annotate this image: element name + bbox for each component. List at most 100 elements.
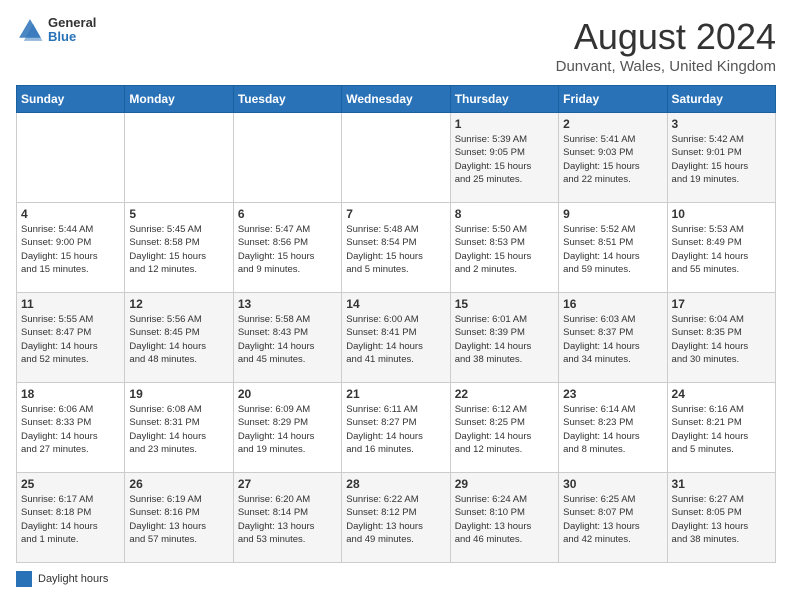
calendar-cell: 7 Sunrise: 5:48 AM Sunset: 8:54 PM Daylig…: [342, 203, 450, 293]
day-number: 30: [563, 477, 662, 491]
day-number: 19: [129, 387, 228, 401]
day-number: 28: [346, 477, 445, 491]
calendar-cell: 9Sunrise: 5:52 AM Sunset: 8:51 PM Daylig…: [559, 203, 667, 293]
day-number: 12: [129, 297, 228, 311]
day-number: 1: [455, 117, 554, 131]
calendar-week-row: 11 Sunrise: 5:55 AM Sunset: 8:47 PM Dayli…: [17, 293, 776, 383]
day-number: 23: [563, 387, 662, 401]
day-number: 8: [455, 207, 554, 221]
day-of-week-header: Tuesday: [233, 86, 341, 113]
calendar-cell: [233, 113, 341, 203]
day-info: Sunrise: 5:52 AM Sunset: 8:51 PM Dayligh…: [563, 223, 662, 276]
day-number: 6: [238, 207, 337, 221]
calendar-cell: 13Sunrise: 5:58 AM Sunset: 8:43 PM Dayli…: [233, 293, 341, 383]
day-number: 7: [346, 207, 445, 221]
calendar-cell: 28 Sunrise: 6:22 AM Sunset: 8:12 PM Dayli…: [342, 473, 450, 563]
day-number: 20: [238, 387, 337, 401]
day-of-week-header: Sunday: [17, 86, 125, 113]
calendar-cell: 8 Sunrise: 5:50 AM Sunset: 8:53 PM Daylig…: [450, 203, 558, 293]
calendar-cell: 10 Sunrise: 5:53 AM Sunset: 8:49 PM Dayli…: [667, 203, 775, 293]
calendar-cell: 3Sunrise: 5:42 AM Sunset: 9:01 PM Daylig…: [667, 113, 775, 203]
legend-color-swatch: [16, 571, 32, 587]
logo-line1: General: [48, 16, 96, 30]
calendar-cell: 14 Sunrise: 6:00 AM Sunset: 8:41 PM Dayli…: [342, 293, 450, 383]
calendar-cell: 15Sunrise: 6:01 AM Sunset: 8:39 PM Dayli…: [450, 293, 558, 383]
day-of-week-header: Saturday: [667, 86, 775, 113]
calendar-cell: 29Sunrise: 6:24 AM Sunset: 8:10 PM Dayli…: [450, 473, 558, 563]
logo-icon: [16, 16, 44, 44]
calendar-week-row: 1Sunrise: 5:39 AM Sunset: 9:05 PM Daylig…: [17, 113, 776, 203]
day-info: Sunrise: 5:47 AM Sunset: 8:56 PM Dayligh…: [238, 223, 337, 276]
day-info: Sunrise: 6:20 AM Sunset: 8:14 PM Dayligh…: [238, 493, 337, 546]
day-info: Sunrise: 6:08 AM Sunset: 8:31 PM Dayligh…: [129, 403, 228, 456]
day-number: 24: [672, 387, 771, 401]
calendar-cell: 17Sunrise: 6:04 AM Sunset: 8:35 PM Dayli…: [667, 293, 775, 383]
month-title: August 2024: [556, 16, 776, 58]
day-info: Sunrise: 6:06 AM Sunset: 8:33 PM Dayligh…: [21, 403, 120, 456]
logo-text: General Blue: [48, 16, 96, 45]
day-info: Sunrise: 6:04 AM Sunset: 8:35 PM Dayligh…: [672, 313, 771, 366]
logo-line2: Blue: [48, 30, 96, 44]
day-number: 16: [563, 297, 662, 311]
day-info: Sunrise: 6:25 AM Sunset: 8:07 PM Dayligh…: [563, 493, 662, 546]
day-info: Sunrise: 6:16 AM Sunset: 8:21 PM Dayligh…: [672, 403, 771, 456]
day-info: Sunrise: 5:55 AM Sunset: 8:47 PM Dayligh…: [21, 313, 120, 366]
calendar-cell: 22 Sunrise: 6:12 AM Sunset: 8:25 PM Dayli…: [450, 383, 558, 473]
calendar-header-row: SundayMondayTuesdayWednesdayThursdayFrid…: [17, 86, 776, 113]
calendar-week-row: 4Sunrise: 5:44 AM Sunset: 9:00 PM Daylig…: [17, 203, 776, 293]
day-number: 31: [672, 477, 771, 491]
day-number: 5: [129, 207, 228, 221]
day-number: 22: [455, 387, 554, 401]
calendar-cell: 30 Sunrise: 6:25 AM Sunset: 8:07 PM Dayli…: [559, 473, 667, 563]
header: General Blue August 2024 Dunvant, Wales,…: [16, 16, 776, 75]
logo: General Blue: [16, 16, 96, 45]
day-number: 14: [346, 297, 445, 311]
calendar-cell: 23 Sunrise: 6:14 AM Sunset: 8:23 PM Dayli…: [559, 383, 667, 473]
location-subtitle: Dunvant, Wales, United Kingdom: [556, 58, 776, 75]
day-of-week-header: Thursday: [450, 86, 558, 113]
day-number: 26: [129, 477, 228, 491]
day-info: Sunrise: 5:48 AM Sunset: 8:54 PM Dayligh…: [346, 223, 445, 276]
day-of-week-header: Wednesday: [342, 86, 450, 113]
day-info: Sunrise: 5:41 AM Sunset: 9:03 PM Dayligh…: [563, 133, 662, 186]
day-info: Sunrise: 5:53 AM Sunset: 8:49 PM Dayligh…: [672, 223, 771, 276]
calendar-week-row: 18 Sunrise: 6:06 AM Sunset: 8:33 PM Dayli…: [17, 383, 776, 473]
calendar-cell: 4Sunrise: 5:44 AM Sunset: 9:00 PM Daylig…: [17, 203, 125, 293]
day-number: 25: [21, 477, 120, 491]
calendar-week-row: 25Sunrise: 6:17 AM Sunset: 8:18 PM Dayli…: [17, 473, 776, 563]
day-info: Sunrise: 6:00 AM Sunset: 8:41 PM Dayligh…: [346, 313, 445, 366]
legend-label: Daylight hours: [38, 573, 108, 585]
day-info: Sunrise: 6:09 AM Sunset: 8:29 PM Dayligh…: [238, 403, 337, 456]
calendar-cell: 20 Sunrise: 6:09 AM Sunset: 8:29 PM Dayli…: [233, 383, 341, 473]
day-of-week-header: Friday: [559, 86, 667, 113]
day-number: 21: [346, 387, 445, 401]
calendar-cell: 27Sunrise: 6:20 AM Sunset: 8:14 PM Dayli…: [233, 473, 341, 563]
day-info: Sunrise: 6:14 AM Sunset: 8:23 PM Dayligh…: [563, 403, 662, 456]
calendar-cell: 21Sunrise: 6:11 AM Sunset: 8:27 PM Dayli…: [342, 383, 450, 473]
day-number: 10: [672, 207, 771, 221]
day-info: Sunrise: 5:56 AM Sunset: 8:45 PM Dayligh…: [129, 313, 228, 366]
day-info: Sunrise: 6:03 AM Sunset: 8:37 PM Dayligh…: [563, 313, 662, 366]
calendar-cell: 16 Sunrise: 6:03 AM Sunset: 8:37 PM Dayli…: [559, 293, 667, 383]
footer-legend: Daylight hours: [16, 571, 776, 587]
title-area: August 2024 Dunvant, Wales, United Kingd…: [556, 16, 776, 75]
day-number: 18: [21, 387, 120, 401]
day-info: Sunrise: 5:45 AM Sunset: 8:58 PM Dayligh…: [129, 223, 228, 276]
calendar-cell: 5 Sunrise: 5:45 AM Sunset: 8:58 PM Daylig…: [125, 203, 233, 293]
calendar-cell: [342, 113, 450, 203]
day-info: Sunrise: 6:01 AM Sunset: 8:39 PM Dayligh…: [455, 313, 554, 366]
calendar-cell: 6 Sunrise: 5:47 AM Sunset: 8:56 PM Daylig…: [233, 203, 341, 293]
calendar-cell: [17, 113, 125, 203]
day-info: Sunrise: 6:12 AM Sunset: 8:25 PM Dayligh…: [455, 403, 554, 456]
day-info: Sunrise: 5:50 AM Sunset: 8:53 PM Dayligh…: [455, 223, 554, 276]
day-number: 3: [672, 117, 771, 131]
day-number: 4: [21, 207, 120, 221]
calendar-cell: 11 Sunrise: 5:55 AM Sunset: 8:47 PM Dayli…: [17, 293, 125, 383]
day-info: Sunrise: 6:22 AM Sunset: 8:12 PM Dayligh…: [346, 493, 445, 546]
day-number: 11: [21, 297, 120, 311]
day-number: 13: [238, 297, 337, 311]
calendar-cell: 19 Sunrise: 6:08 AM Sunset: 8:31 PM Dayli…: [125, 383, 233, 473]
calendar-table: SundayMondayTuesdayWednesdayThursdayFrid…: [16, 85, 776, 563]
calendar-cell: 18 Sunrise: 6:06 AM Sunset: 8:33 PM Dayli…: [17, 383, 125, 473]
day-info: Sunrise: 6:24 AM Sunset: 8:10 PM Dayligh…: [455, 493, 554, 546]
